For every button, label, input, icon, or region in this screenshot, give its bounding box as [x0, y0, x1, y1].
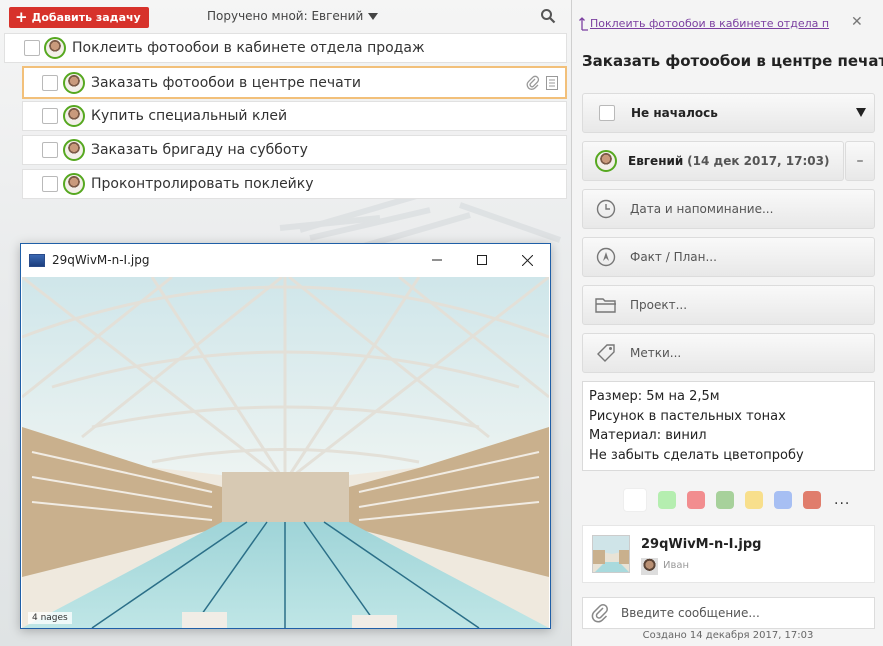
viewer-title: 29qWivM-n-I.jpg: [52, 253, 150, 267]
assignee-name: Евгений: [628, 154, 684, 168]
color-picker: ...: [623, 488, 850, 512]
task-list-pane: + Добавить задачу Поручено мной: Евгений…: [0, 0, 571, 646]
plus-icon: +: [15, 7, 28, 26]
task-title: Заказать бригаду на субботу: [91, 142, 308, 158]
attachment-thumbnail[interactable]: [592, 535, 630, 573]
assignee-label: Евгений (14 дек 2017, 17:03): [628, 154, 829, 168]
attachment-card[interactable]: 29qWivM-n-I.jpg Иван: [582, 525, 875, 583]
assignee-button[interactable]: Евгений (14 дек 2017, 17:03): [582, 141, 844, 181]
chevron-down-icon: [856, 108, 866, 117]
status-checkbox[interactable]: [599, 105, 615, 121]
created-timestamp: Создано 14 декабря 2017, 17:03: [642, 630, 814, 641]
task-checkbox[interactable]: [42, 176, 58, 192]
clock-icon: [595, 198, 617, 220]
fact-plan-button[interactable]: Факт / План...: [582, 237, 875, 277]
parent-task-icon: [579, 17, 588, 31]
task-checkbox[interactable]: [42, 74, 58, 91]
color-swatch-white[interactable]: [623, 488, 647, 512]
chevron-down-icon: [368, 12, 379, 20]
date-reminder-button[interactable]: Дата и напоминание...: [582, 189, 875, 229]
more-colors-button[interactable]: ...: [834, 492, 850, 508]
maximize-icon: [476, 255, 487, 265]
folder-icon: [595, 294, 617, 316]
compass-icon: [595, 246, 617, 268]
task-detail-title[interactable]: Заказать фотообои в центре печати: [582, 52, 883, 70]
image-viewer-window[interactable]: 29qWivM-n-I.jpg 4 nages: [20, 243, 551, 629]
task-row[interactable]: Заказать бригаду на субботу: [22, 135, 567, 165]
avatar: [44, 37, 66, 59]
note-line: Материал: винил: [589, 428, 707, 443]
task-title: Проконтролировать поклейку: [91, 176, 314, 192]
task-checkbox[interactable]: [42, 142, 58, 158]
attachment-clip-icon: [526, 75, 540, 90]
color-swatch-green[interactable]: [716, 491, 734, 509]
tag-icon: [595, 342, 617, 364]
avatar: [63, 139, 85, 161]
pool-photo: 4 nages: [22, 277, 549, 628]
tags-label: Метки...: [630, 346, 682, 360]
task-title: Поклеить фотообои в кабинете отдела прод…: [72, 40, 425, 56]
color-swatch-yellow[interactable]: [745, 491, 763, 509]
task-row[interactable]: Проконтролировать поклейку: [22, 169, 567, 199]
uploader-avatar: [641, 558, 658, 575]
avatar: [63, 173, 85, 195]
task-checkbox[interactable]: [24, 40, 40, 56]
minimize-icon: [431, 259, 442, 261]
task-checkbox[interactable]: [42, 108, 58, 124]
fact-plan-label: Факт / План...: [630, 250, 717, 264]
add-task-label: Добавить задачу: [31, 11, 141, 24]
viewer-title-bar[interactable]: 29qWivM-n-I.jpg: [21, 244, 550, 276]
note-line: Рисунок в пастельных тонах: [589, 408, 786, 424]
project-label: Проект...: [630, 298, 688, 312]
note-icon: [546, 76, 558, 90]
avatar: [63, 105, 85, 127]
paperclip-icon[interactable]: [591, 603, 609, 623]
minimize-button[interactable]: [414, 244, 459, 276]
photo-app-icon: [29, 253, 45, 267]
tags-button[interactable]: Метки...: [582, 333, 875, 373]
task-row[interactable]: Купить специальный клей: [22, 101, 567, 131]
task-title: Заказать фотообои в центре печати: [91, 74, 362, 91]
photo-caption: 4 nages: [28, 612, 72, 624]
close-icon[interactable]: ✕: [851, 14, 863, 30]
close-window-button[interactable]: [505, 244, 550, 276]
message-input[interactable]: [621, 606, 861, 620]
task-title: Купить специальный клей: [91, 108, 288, 124]
color-swatch-red[interactable]: [687, 491, 705, 509]
close-icon: [522, 254, 533, 266]
task-notes[interactable]: Размер: 5м на 2,5м Рисунок в пастельных …: [582, 381, 875, 471]
parent-task-link[interactable]: Поклеить фотообои в кабинете отдела про.…: [590, 17, 830, 30]
project-button[interactable]: Проект...: [582, 285, 875, 325]
task-toolbar: + Добавить задачу Поручено мной: Евгений: [0, 0, 571, 32]
assigned-filter-dropdown[interactable]: Поручено мной: Евгений: [207, 9, 379, 23]
avatar: [595, 150, 617, 172]
maximize-button[interactable]: [459, 244, 504, 276]
date-reminder-label: Дата и напоминание...: [630, 202, 774, 216]
note-line: Размер: 5м на 2,5м: [589, 389, 720, 404]
task-row-selected[interactable]: Заказать фотообои в центре печати: [22, 66, 567, 99]
task-details-pane: Поклеить фотообои в кабинете отдела про.…: [571, 0, 883, 646]
remove-assignee-button[interactable]: –: [845, 141, 875, 181]
task-row[interactable]: Поклеить фотообои в кабинете отдела прод…: [4, 33, 567, 63]
search-icon[interactable]: [540, 8, 556, 24]
status-dropdown[interactable]: Не началось: [582, 93, 875, 133]
pool-photo-illustration: [22, 277, 549, 628]
status-label: Не началось: [631, 106, 718, 120]
attachment-file-name[interactable]: 29qWivM-n-I.jpg: [641, 537, 762, 552]
note-line: Не забыть сделать цветопробу: [589, 447, 804, 463]
uploader-name: Иван: [663, 560, 690, 571]
add-task-button[interactable]: + Добавить задачу: [9, 7, 149, 28]
message-composer[interactable]: [582, 597, 875, 629]
color-swatch-coral[interactable]: [803, 491, 821, 509]
filter-label: Поручено мной: Евгений: [207, 9, 364, 23]
color-swatch-light-green[interactable]: [658, 491, 676, 509]
color-swatch-blue[interactable]: [774, 491, 792, 509]
assignee-date: (14 дек 2017, 17:03): [687, 154, 830, 168]
avatar: [63, 71, 85, 94]
